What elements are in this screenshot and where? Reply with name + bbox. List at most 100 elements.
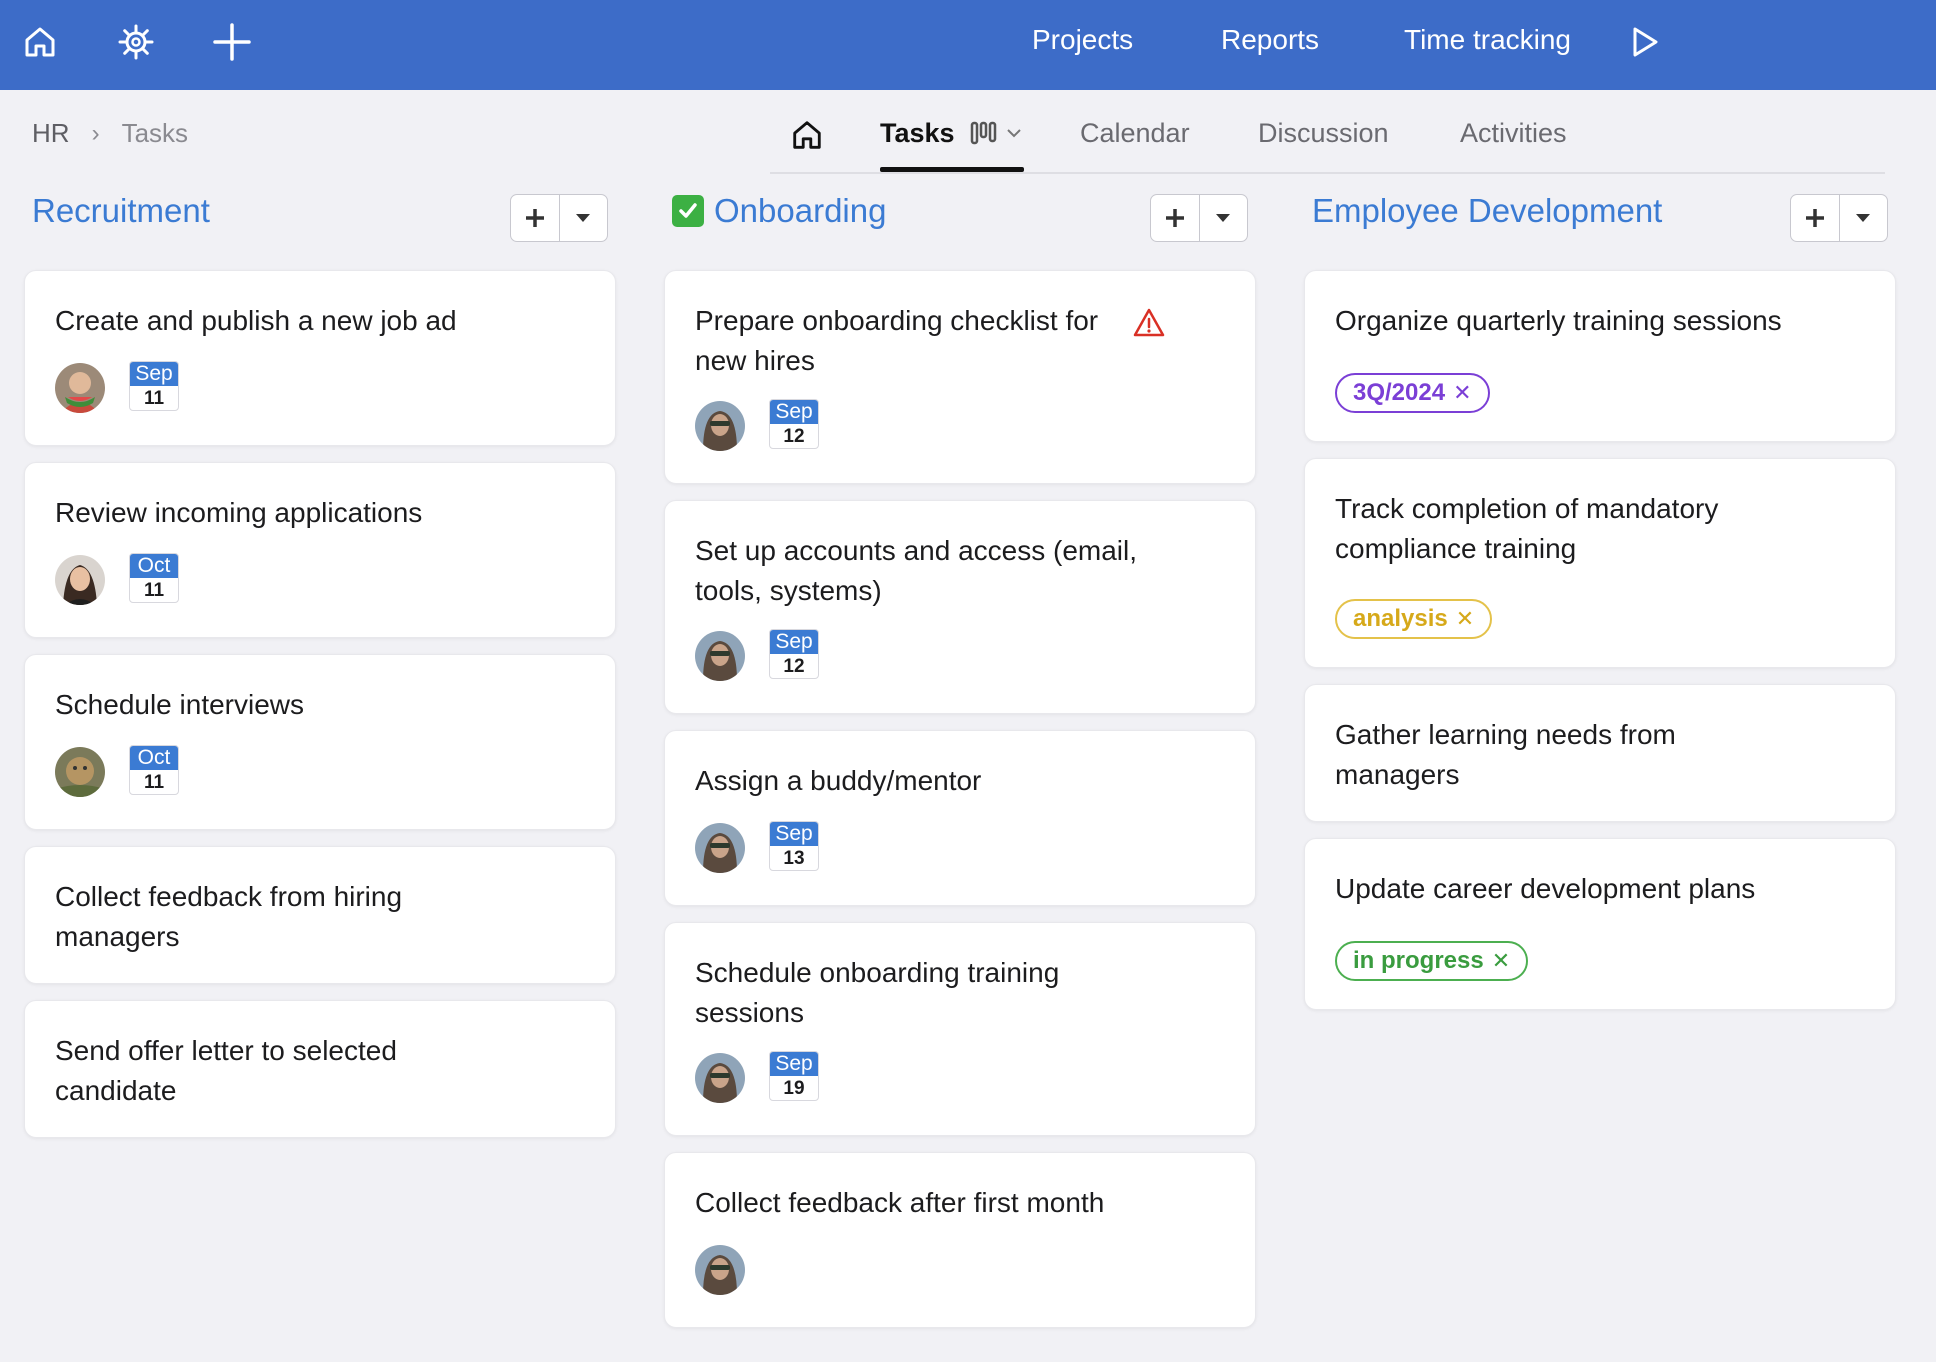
task-title: Send offer letter to selected candidate [55, 1035, 397, 1106]
checkmark-icon [672, 195, 704, 227]
tag-badge[interactable]: 3Q/2024 ✕ [1335, 373, 1490, 413]
plus-icon [1805, 209, 1824, 227]
column-title-employee-development[interactable]: Employee Development [1312, 192, 1662, 230]
avatar[interactable] [695, 631, 745, 681]
caret-down-icon [1216, 214, 1231, 222]
plus-icon[interactable] [210, 20, 254, 64]
task-card[interactable]: Assign a buddy/mentor Sep 13 [664, 730, 1256, 906]
due-date-day: 19 [783, 1078, 805, 1099]
add-task-button[interactable] [1791, 195, 1840, 241]
home-icon[interactable] [18, 20, 62, 64]
task-card[interactable]: Gather learning needs from managers [1304, 684, 1896, 822]
task-card[interactable]: Prepare onboarding checklist for new hir… [664, 270, 1256, 484]
task-title: Schedule onboarding training sessions [695, 957, 1060, 1028]
avatar[interactable] [55, 555, 105, 605]
due-date-day: 11 [143, 388, 165, 409]
remove-tag-icon[interactable]: ✕ [1453, 380, 1471, 406]
avatar[interactable] [695, 823, 745, 873]
due-date-month: Oct [130, 554, 178, 578]
column-actions-recruitment [510, 194, 608, 242]
due-date-month: Oct [130, 746, 178, 770]
due-date-badge: Sep 11 [129, 361, 179, 411]
add-task-button[interactable] [1151, 195, 1200, 241]
column-title-recruitment[interactable]: Recruitment [32, 192, 210, 230]
nav-projects-link[interactable]: Projects [1032, 24, 1133, 56]
task-title: Track completion of mandatory compliance… [1335, 493, 1719, 564]
due-date-month: Sep [770, 822, 818, 846]
caret-down-icon [576, 214, 591, 222]
task-title: Assign a buddy/mentor [695, 765, 982, 796]
task-title: Set up accounts and access (email, tools… [695, 535, 1138, 606]
task-title: Collect feedback after first month [695, 1187, 1105, 1218]
task-title: Review incoming applications [55, 497, 423, 528]
column-actions-onboarding [1150, 194, 1248, 242]
avatar[interactable] [55, 363, 105, 413]
avatar[interactable] [55, 747, 105, 797]
column-menu-button[interactable] [560, 195, 608, 241]
home-icon [793, 121, 821, 149]
task-title: Update career development plans [1335, 873, 1756, 904]
due-date-badge: Oct 11 [129, 553, 179, 603]
board-view-icon[interactable] [970, 120, 1026, 155]
due-date-badge: Sep 13 [769, 821, 819, 871]
nav-time-tracking-link[interactable]: Time tracking [1404, 24, 1571, 56]
add-task-button[interactable] [511, 195, 560, 241]
nav-reports-link[interactable]: Reports [1221, 24, 1319, 56]
task-card[interactable]: Review incoming applications Oct 11 [24, 462, 616, 638]
avatar[interactable] [695, 1245, 745, 1295]
chevron-right-icon: › [91, 119, 100, 147]
settings-icon[interactable] [114, 20, 158, 64]
avatar[interactable] [695, 401, 745, 451]
task-card[interactable]: Send offer letter to selected candidate [24, 1000, 616, 1138]
tab-home[interactable] [790, 118, 824, 159]
breadcrumb-hr-link[interactable]: HR [32, 118, 70, 149]
due-date-badge: Sep 12 [769, 399, 819, 449]
tag-badge[interactable]: in progress ✕ [1335, 941, 1529, 981]
tag-badge[interactable]: analysis ✕ [1335, 599, 1493, 639]
task-card[interactable]: Track completion of mandatory compliance… [1304, 458, 1896, 668]
column-menu-button[interactable] [1840, 195, 1888, 241]
column-actions-employee-development [1790, 194, 1888, 242]
task-title: Create and publish a new job ad [55, 305, 457, 336]
breadcrumb-tasks-link[interactable]: Tasks [122, 118, 188, 149]
due-date-month: Sep [770, 630, 818, 654]
avatar[interactable] [695, 1053, 745, 1103]
remove-tag-icon[interactable]: ✕ [1456, 606, 1474, 632]
task-title: Organize quarterly training sessions [1335, 305, 1782, 336]
due-date-badge: Oct 11 [129, 745, 179, 795]
task-card[interactable]: Create and publish a new job ad Sep 11 [24, 270, 616, 446]
top-navigation-bar: Projects Reports Time tracking [0, 0, 1936, 90]
task-card[interactable]: Collect feedback from hiring managers [24, 846, 616, 984]
task-card[interactable]: Collect feedback after first month [664, 1152, 1256, 1328]
task-card[interactable]: Update career development plans in progr… [1304, 838, 1896, 1010]
tab-discussion[interactable]: Discussion [1258, 118, 1389, 149]
play-icon[interactable] [1622, 20, 1666, 64]
tab-tasks[interactable]: Tasks [880, 118, 955, 149]
task-title: Gather learning needs from managers [1335, 719, 1676, 790]
due-date-day: 11 [143, 772, 165, 793]
tabs-divider [770, 172, 1885, 174]
due-date-badge: Sep 19 [769, 1051, 819, 1101]
task-card[interactable]: Set up accounts and access (email, tools… [664, 500, 1256, 714]
due-date-month: Sep [770, 400, 818, 424]
due-date-day: 11 [143, 580, 165, 601]
due-date-badge: Sep 12 [769, 629, 819, 679]
task-title: Prepare onboarding checklist for new hir… [695, 305, 1099, 376]
tab-calendar[interactable]: Calendar [1080, 118, 1190, 149]
task-card[interactable]: Schedule onboarding training sessions Se… [664, 922, 1256, 1136]
column-title-text: Onboarding [714, 192, 887, 229]
remove-tag-icon[interactable]: ✕ [1492, 948, 1510, 974]
column-menu-button[interactable] [1200, 195, 1248, 241]
tab-activities[interactable]: Activities [1460, 118, 1567, 149]
due-date-day: 13 [783, 848, 805, 869]
column-title-onboarding[interactable]: Onboarding [672, 192, 886, 230]
warning-icon [1133, 308, 1165, 337]
caret-down-icon [1856, 214, 1871, 222]
task-card[interactable]: Organize quarterly training sessions 3Q/… [1304, 270, 1896, 442]
task-title: Schedule interviews [55, 689, 305, 720]
due-date-month: Sep [130, 362, 178, 386]
task-card[interactable]: Schedule interviews Oct 11 [24, 654, 616, 830]
breadcrumb: HR › Tasks [32, 118, 188, 149]
tag-label: in progress [1353, 947, 1484, 974]
due-date-day: 12 [783, 426, 805, 447]
